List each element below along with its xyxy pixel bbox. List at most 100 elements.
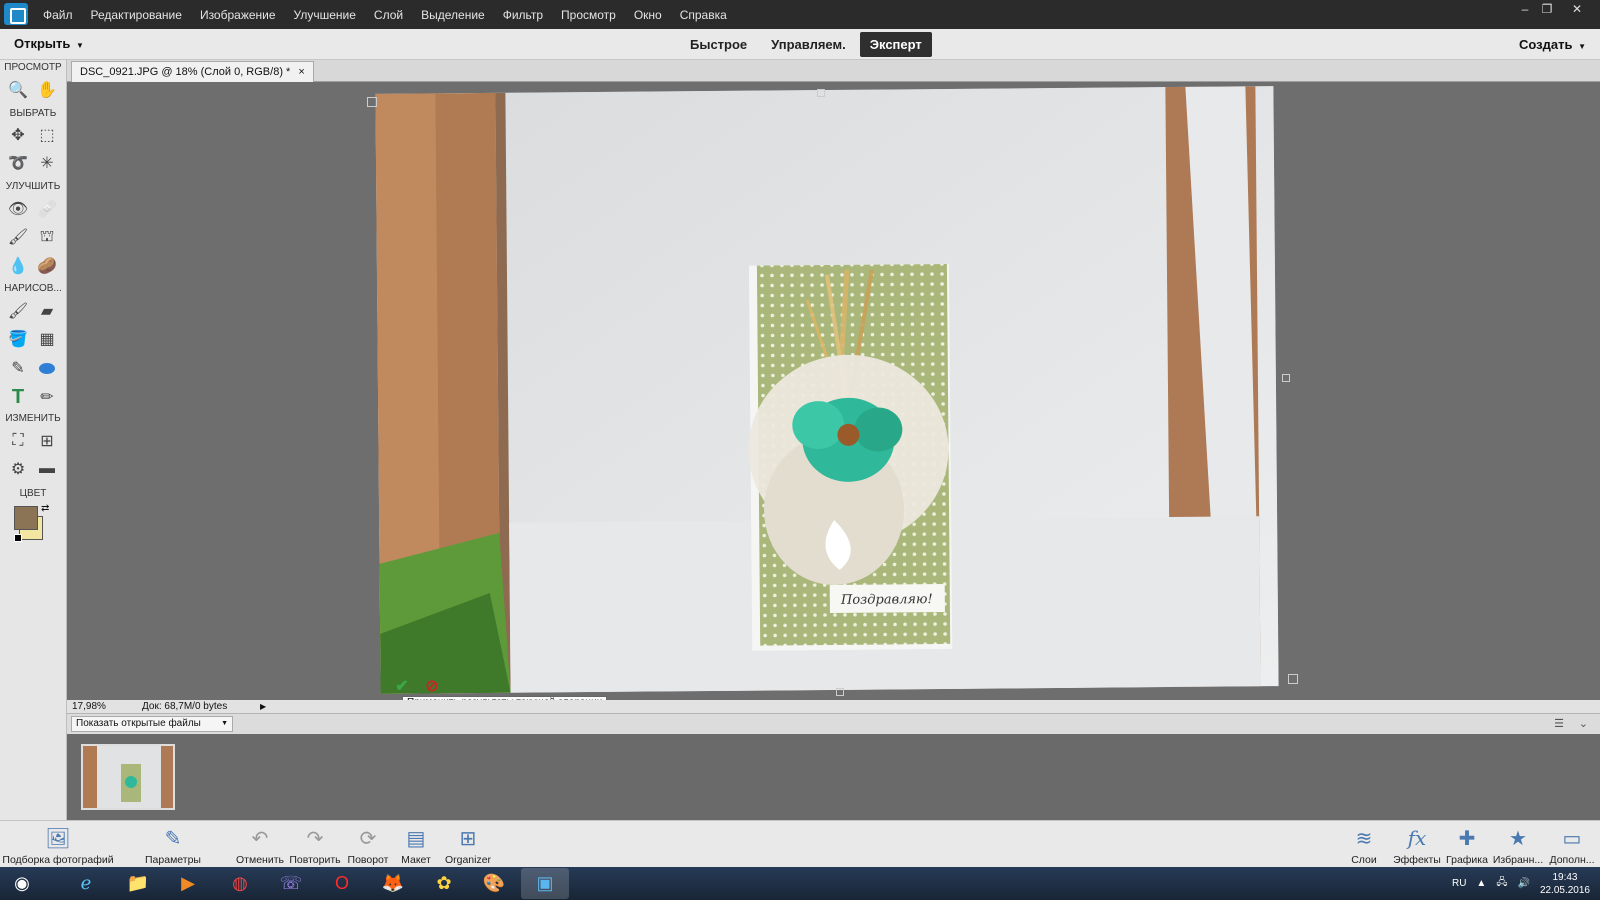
pencil-tool-icon[interactable]: ✏ xyxy=(34,384,60,410)
more-button[interactable]: ▭ Дополн... xyxy=(1546,823,1598,867)
start-button-icon[interactable]: ◉ xyxy=(0,868,44,899)
cancel-icon[interactable]: ⊘ xyxy=(422,676,442,696)
status-menu-arrow-icon[interactable]: ▶ xyxy=(260,700,266,713)
canvas-image[interactable]: Поздравляю! xyxy=(375,86,1279,694)
graphics-button[interactable]: ✚ Графика xyxy=(1444,823,1490,867)
clone-stamp-icon[interactable]: ⛫ xyxy=(34,224,60,250)
foreground-color-swatch[interactable] xyxy=(14,506,38,530)
section-draw: НАРИСОВ... xyxy=(4,283,62,294)
document-tab-title: DSC_0921.JPG @ 18% (Слой 0, RGB/8) * xyxy=(80,66,291,78)
chrome-icon[interactable]: ◍ xyxy=(216,868,264,899)
menu-view[interactable]: Просмотр xyxy=(552,8,625,22)
document-tab[interactable]: DSC_0921.JPG @ 18% (Слой 0, RGB/8) * × xyxy=(71,61,314,82)
transform-handle[interactable] xyxy=(817,89,825,97)
type-tool-icon[interactable]: T xyxy=(5,384,31,410)
photo-bin-icon: 🖼 xyxy=(45,827,71,850)
menu-image[interactable]: Изображение xyxy=(191,8,285,22)
volume-icon[interactable]: 🔊 xyxy=(1517,878,1529,889)
menu-filter[interactable]: Фильтр xyxy=(494,8,552,22)
tray-expand-icon[interactable]: ▲ xyxy=(1476,878,1486,889)
layers-button[interactable]: ≋ Слои xyxy=(1343,823,1385,867)
smart-brush-icon[interactable]: 🖌 xyxy=(5,224,31,250)
hand-tool-icon[interactable]: ✋ xyxy=(34,77,60,103)
thumbnail-image xyxy=(83,746,173,808)
menu-enhance[interactable]: Улучшение xyxy=(285,8,365,22)
tab-guided[interactable]: Управляем. xyxy=(761,32,856,57)
content-move-icon[interactable]: ⚙ xyxy=(5,456,31,482)
menu-select[interactable]: Выделение xyxy=(412,8,494,22)
section-color: ЦВЕТ xyxy=(19,488,47,499)
lasso-tool-icon[interactable]: ➰ xyxy=(5,150,31,176)
shape-tool-icon[interactable] xyxy=(34,355,60,381)
rotate-button[interactable]: ⟳ Поворот xyxy=(344,823,392,867)
gradient-tool-icon[interactable]: ▦ xyxy=(34,326,60,352)
menu-file[interactable]: Файл xyxy=(34,8,82,22)
close-tab-icon[interactable]: × xyxy=(298,62,304,82)
app-logo-icon xyxy=(4,3,28,25)
explorer-icon[interactable]: 📁 xyxy=(114,868,162,899)
photo-illustration: Поздравляю! xyxy=(375,86,1279,694)
menu-window[interactable]: Окно xyxy=(625,8,671,22)
bin-options-icon[interactable]: ☰ xyxy=(1554,717,1564,730)
minimize-button[interactable]: – xyxy=(1514,0,1536,18)
bin-filter-select[interactable]: Показать открытые файлы ▼ xyxy=(71,716,233,732)
layout-button[interactable]: ▤ Макет xyxy=(396,823,436,867)
menu-edit[interactable]: Редактирование xyxy=(82,8,191,22)
organizer-button[interactable]: ⊞ Organizer xyxy=(440,823,496,867)
restore-button[interactable]: ❐ xyxy=(1536,0,1558,18)
eraser-tool-icon[interactable]: ▰ xyxy=(34,298,60,324)
paint-icon[interactable]: 🎨 xyxy=(470,868,518,899)
sponge-tool-icon[interactable]: 🥔 xyxy=(34,253,60,279)
apply-check-icon[interactable]: ✔ xyxy=(392,676,412,696)
healing-brush-icon[interactable]: 🩹 xyxy=(34,196,60,222)
zoom-tool-icon[interactable]: 🔍 xyxy=(5,77,31,103)
title-bar: Файл Редактирование Изображение Улучшени… xyxy=(0,0,1600,29)
close-button[interactable]: ✕ xyxy=(1566,0,1588,18)
photo-thumbnail[interactable] xyxy=(81,744,175,810)
move-tool-icon[interactable]: ✥ xyxy=(5,122,31,148)
picasa-icon[interactable]: ✿ xyxy=(420,868,468,899)
photoshop-elements-icon[interactable]: ▣ xyxy=(521,868,569,899)
open-button[interactable]: Открыть ▼ xyxy=(14,36,84,51)
recompose-tool-icon[interactable]: ⊞ xyxy=(34,428,60,454)
menu-layer[interactable]: Слой xyxy=(365,8,412,22)
collapse-bin-icon[interactable]: ⌄ xyxy=(1579,717,1588,730)
paint-bucket-icon[interactable]: 🪣 xyxy=(5,326,31,352)
firefox-icon[interactable]: 🦊 xyxy=(369,868,417,899)
default-colors-icon[interactable] xyxy=(14,534,22,542)
straighten-tool-icon[interactable]: ▬ xyxy=(34,456,60,482)
language-indicator[interactable]: RU xyxy=(1452,878,1466,889)
blur-tool-icon[interactable]: 💧 xyxy=(5,253,31,279)
photo-bin-button[interactable]: 🖼 Подборка фотографий xyxy=(2,823,114,867)
tab-quick[interactable]: Быстрое xyxy=(680,32,757,57)
swap-colors-icon[interactable]: ⇄ xyxy=(41,503,49,514)
open-label: Открыть xyxy=(14,36,71,51)
transform-handle[interactable] xyxy=(367,97,377,107)
transform-handle[interactable] xyxy=(836,688,844,696)
red-eye-tool-icon[interactable]: 👁 xyxy=(5,196,31,222)
menu-help[interactable]: Справка xyxy=(671,8,736,22)
crop-tool-icon[interactable]: ⛶ xyxy=(5,428,31,454)
media-player-icon[interactable]: ▶ xyxy=(164,868,212,899)
create-button[interactable]: Создать ▼ xyxy=(1519,37,1586,52)
marquee-tool-icon[interactable]: ⬚ xyxy=(34,122,60,148)
brush-tool-icon[interactable]: 🖌 xyxy=(5,298,31,324)
undo-button[interactable]: ↶ Отменить xyxy=(234,823,286,867)
favorites-button[interactable]: ★ Избранн... xyxy=(1492,823,1544,867)
viber-icon[interactable]: ☏ xyxy=(267,868,315,899)
section-view: ПРОСМОТР xyxy=(4,62,62,73)
network-icon[interactable]: 🖧 xyxy=(1496,875,1507,892)
redo-button[interactable]: ↷ Повторить xyxy=(288,823,342,867)
status-bar: 17,98% Док: 68,7M/0 bytes ▶ xyxy=(67,700,1600,713)
eyedropper-icon[interactable]: ✎ xyxy=(5,355,31,381)
magic-wand-icon[interactable]: ✳ xyxy=(34,150,60,176)
opera-icon[interactable]: O xyxy=(318,868,366,899)
clock[interactable]: 19:43 22.05.2016 xyxy=(1540,871,1590,897)
favorites-icon: ★ xyxy=(1509,827,1527,850)
transform-handle[interactable] xyxy=(1288,674,1298,684)
ie-icon[interactable]: ℯ xyxy=(62,868,110,899)
os-taskbar: ◉ ℯ 📁 ▶ ◍ ☏ O 🦊 ✿ 🎨 ▣ RU ▲ 🖧 🔊 19:43 22.… xyxy=(0,867,1600,900)
effects-button[interactable]: fx Эффекты xyxy=(1392,823,1442,866)
tab-expert[interactable]: Эксперт xyxy=(859,32,932,57)
transform-handle[interactable] xyxy=(1282,374,1290,382)
